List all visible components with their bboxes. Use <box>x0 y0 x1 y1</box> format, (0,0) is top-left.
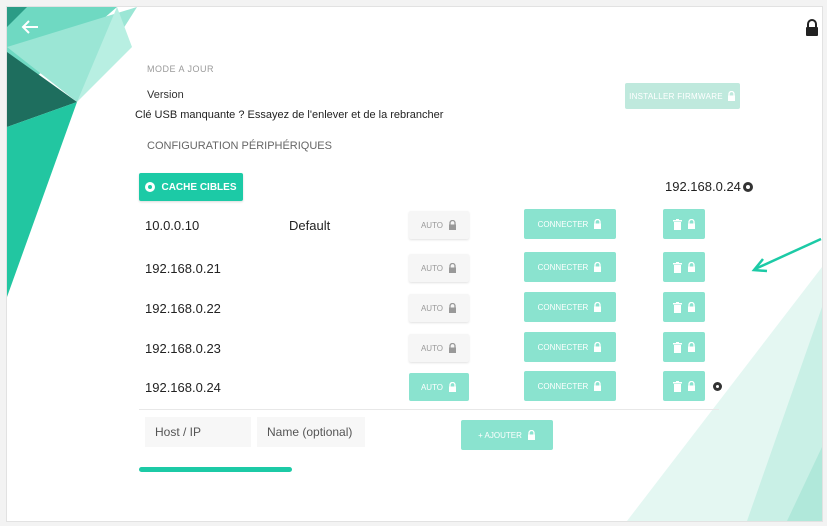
lock-icon <box>449 343 457 353</box>
lock-icon <box>449 382 457 392</box>
device-row: 192.168.0.22 AUTO CONNECTER <box>7 292 767 326</box>
device-ip: 192.168.0.24 <box>145 380 221 395</box>
trash-icon <box>672 380 682 392</box>
progress-bar <box>139 467 292 472</box>
connect-button[interactable]: CONNECTER <box>524 332 616 362</box>
lock-icon <box>687 219 695 229</box>
back-button[interactable] <box>21 19 43 41</box>
divider <box>139 409 719 410</box>
add-device-button[interactable]: + AJOUTER <box>461 420 553 450</box>
trash-icon <box>672 261 682 273</box>
delete-button[interactable] <box>663 292 705 322</box>
lock-icon <box>449 303 457 313</box>
cache-targets-label: CACHE CIBLES <box>161 181 237 193</box>
trash-icon <box>672 218 682 230</box>
current-ip-value: 192.168.0.24 <box>665 179 741 194</box>
delete-button[interactable] <box>663 209 705 239</box>
lock-icon <box>806 19 818 36</box>
delete-button[interactable] <box>663 252 705 282</box>
auto-button[interactable]: AUTO <box>409 254 469 282</box>
lock-icon <box>687 302 695 312</box>
connect-label: CONNECTER <box>537 381 589 391</box>
device-ip: 192.168.0.23 <box>145 341 221 356</box>
lock-icon <box>594 219 602 229</box>
connect-button[interactable]: CONNECTER <box>524 209 616 239</box>
lock-icon <box>727 91 735 101</box>
lock-icon <box>687 342 695 352</box>
install-firmware-button[interactable]: INSTALLER FIRMWARE <box>625 83 740 109</box>
delete-button[interactable] <box>663 371 705 401</box>
current-device-badge <box>713 382 722 391</box>
device-ip: 192.168.0.21 <box>145 261 221 276</box>
auto-label: AUTO <box>420 263 444 273</box>
arrow-left-icon <box>21 20 38 34</box>
auto-label: AUTO <box>420 303 444 313</box>
connect-button[interactable]: CONNECTER <box>524 292 616 322</box>
auto-label: AUTO <box>420 343 444 353</box>
connect-label: CONNECTER <box>537 262 589 272</box>
delete-button[interactable] <box>663 332 705 362</box>
radio-icon <box>145 182 156 192</box>
connect-label: CONNECTER <box>537 342 589 352</box>
connect-button[interactable]: CONNECTER <box>524 371 616 401</box>
cache-targets-button[interactable]: CACHE CIBLES <box>139 173 243 201</box>
device-row: 192.168.0.24 AUTO CONNECTER <box>7 371 767 405</box>
device-row: 192.168.0.21 AUTO CONNECTER <box>7 252 767 286</box>
current-ip: 192.168.0.24 <box>665 179 753 194</box>
version-label: Version <box>147 89 184 101</box>
app-screen: MODE A JOUR Version INSTALLER FIRMWARE C… <box>6 6 823 522</box>
connect-button[interactable]: CONNECTER <box>524 252 616 282</box>
lock-icon <box>594 381 602 391</box>
lock-icon <box>449 263 457 273</box>
auto-button[interactable]: AUTO <box>409 211 469 239</box>
host-ip-input[interactable] <box>145 417 251 447</box>
lock-icon <box>449 220 457 230</box>
lock-icon <box>527 430 535 440</box>
lock-icon <box>687 381 695 391</box>
install-firmware-label: INSTALLER FIRMWARE <box>629 91 723 101</box>
annotation-arrow-icon <box>751 237 822 273</box>
connect-label: CONNECTER <box>537 302 589 312</box>
device-ip: 192.168.0.22 <box>145 301 221 316</box>
faded-label: MODE A JOUR <box>147 64 215 74</box>
section-title: CONFIGURATION PÉRIPHÉRIQUES <box>147 140 332 152</box>
lock-icon <box>594 302 602 312</box>
lock-icon <box>594 262 602 272</box>
auto-label: AUTO <box>420 382 444 392</box>
device-name-input[interactable] <box>257 417 365 447</box>
add-device-label: + AJOUTER <box>478 430 522 440</box>
lock-icon <box>594 342 602 352</box>
trash-icon <box>672 301 682 313</box>
auto-button[interactable]: AUTO <box>409 334 469 362</box>
usb-hint: Clé USB manquante ? Essayez de l'enlever… <box>135 109 444 121</box>
device-row: 10.0.0.10 Default AUTO CONNECTER <box>7 209 767 243</box>
auto-button[interactable]: AUTO <box>409 294 469 322</box>
lock-icon <box>687 262 695 272</box>
device-row: 192.168.0.23 AUTO CONNECTER <box>7 332 767 366</box>
auto-button[interactable]: AUTO <box>409 373 469 401</box>
device-ip: 10.0.0.10 <box>145 218 200 233</box>
connect-label: CONNECTER <box>537 219 589 229</box>
device-name: Default <box>289 218 331 233</box>
trash-icon <box>672 341 682 353</box>
info-icon <box>742 181 753 192</box>
auto-label: AUTO <box>420 220 444 230</box>
